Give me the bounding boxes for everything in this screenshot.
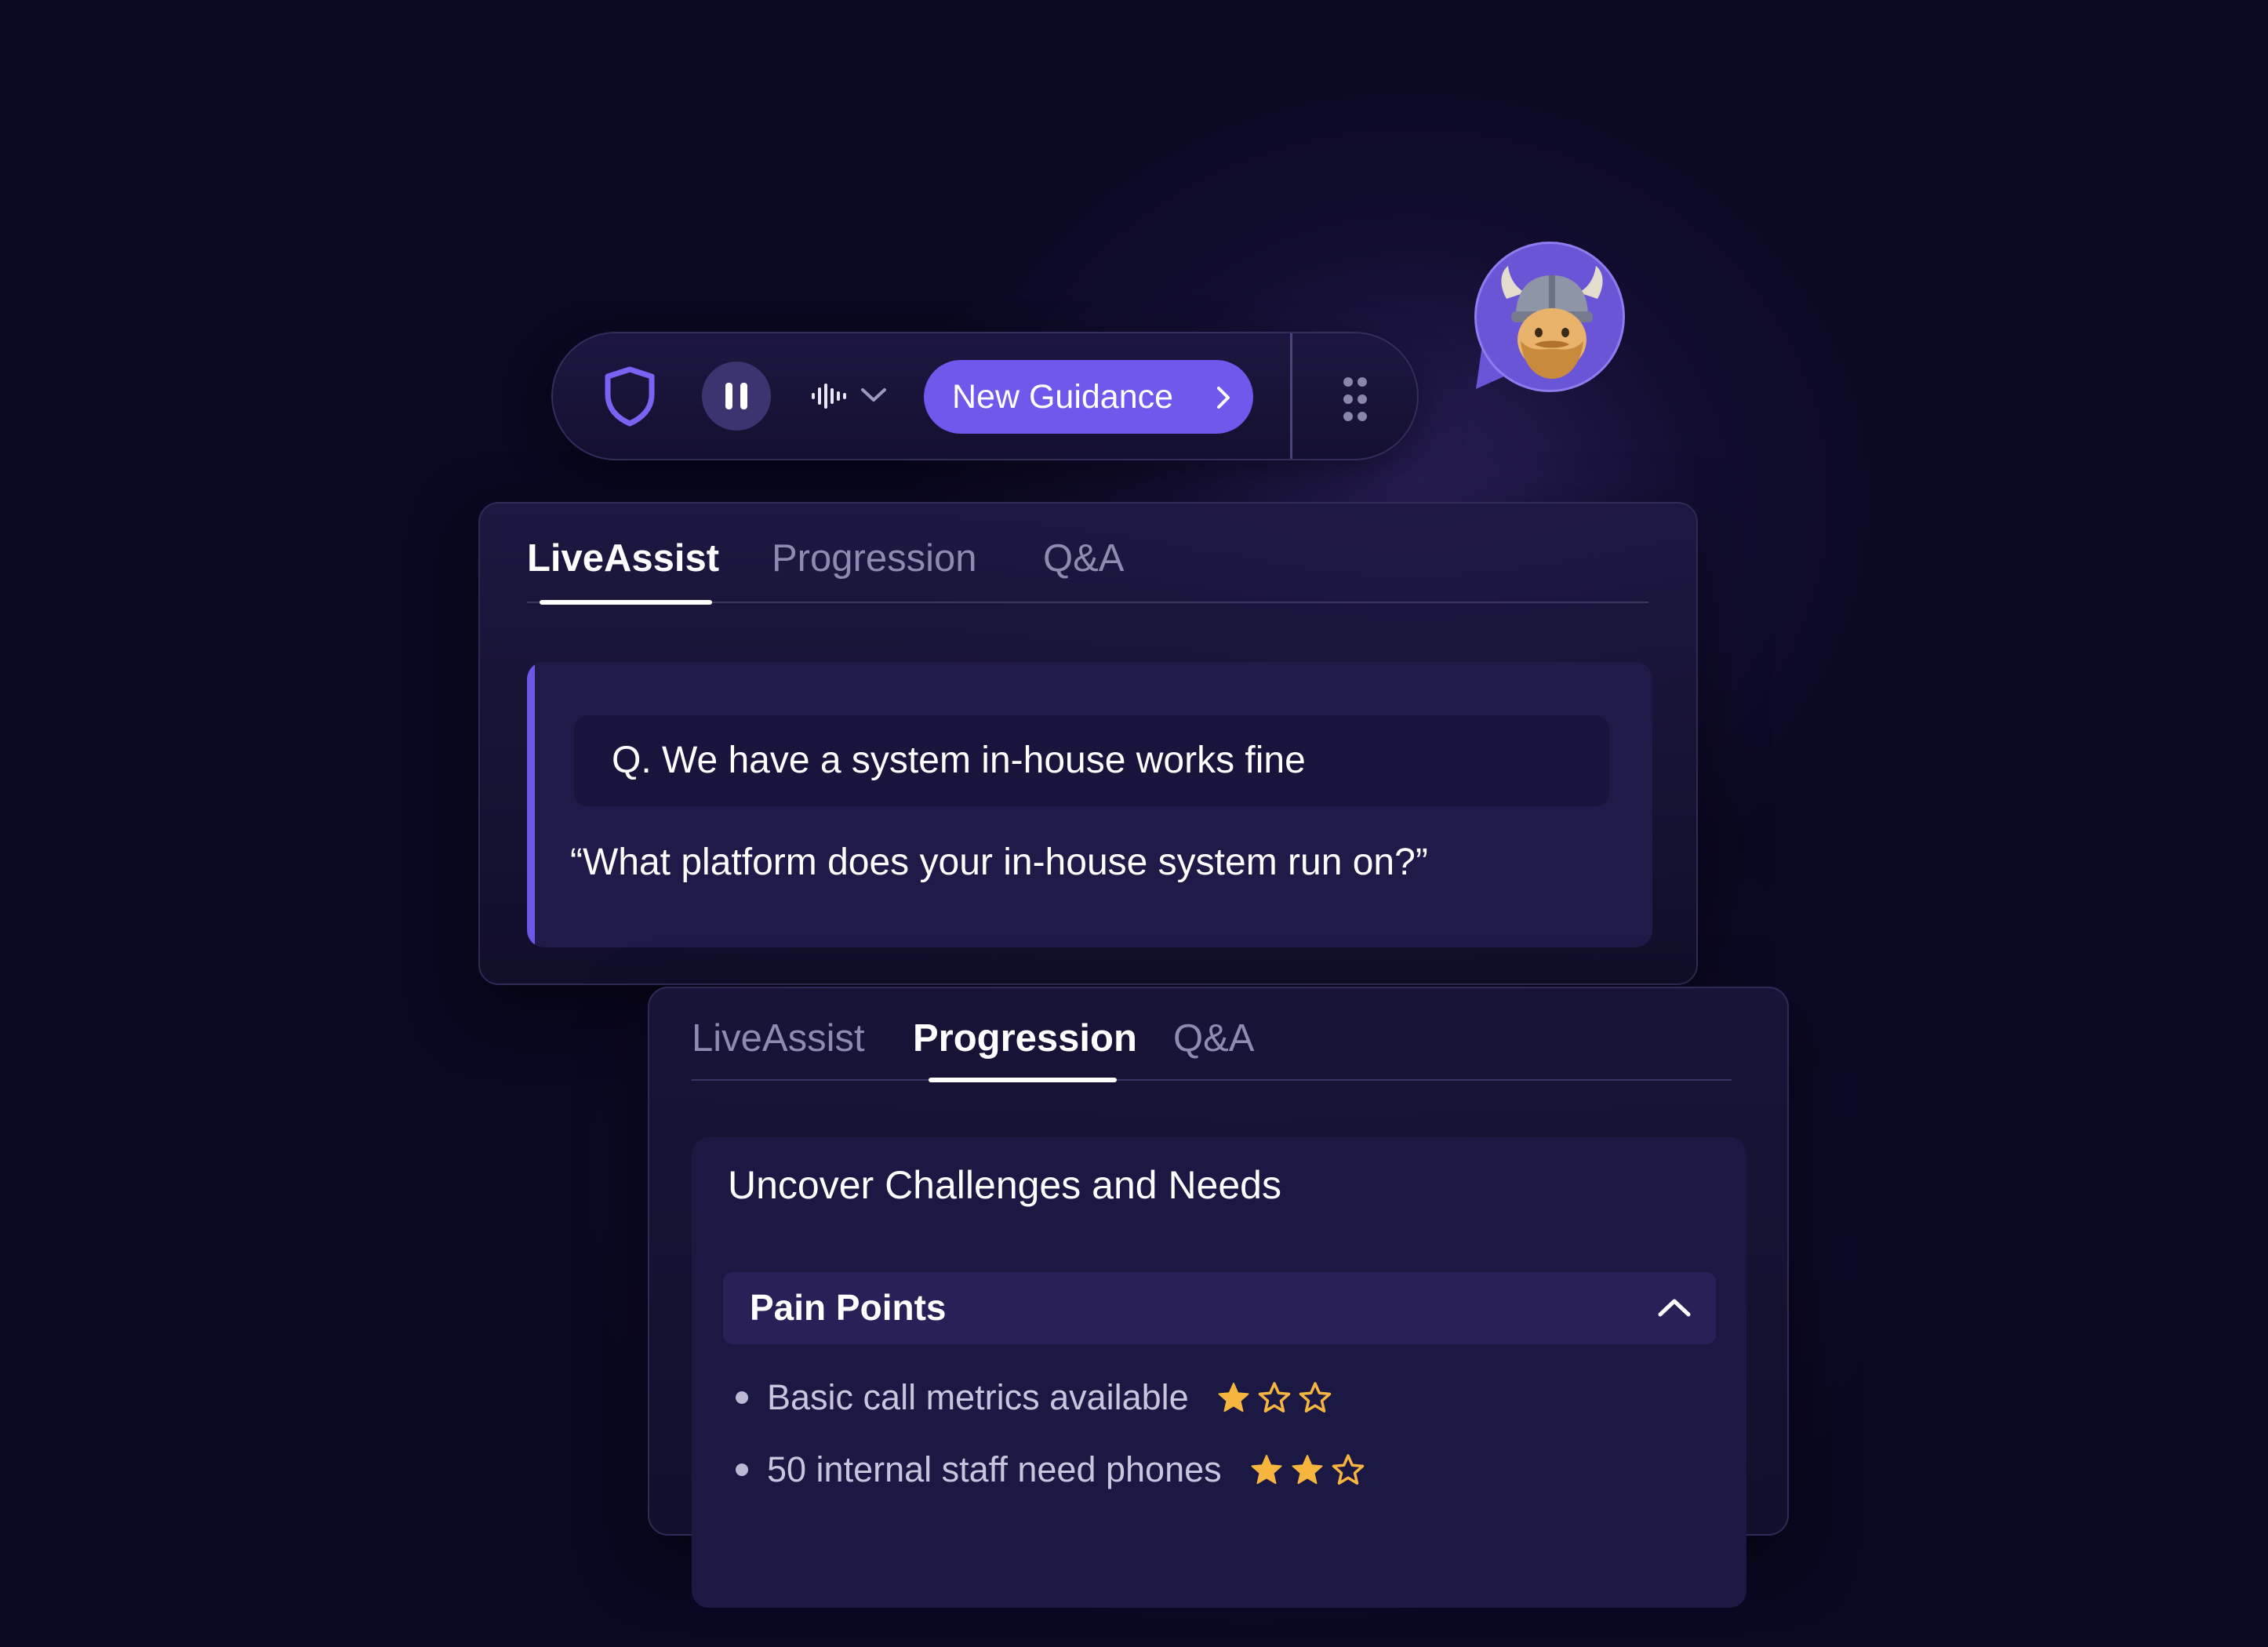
star-empty-icon [1299, 1382, 1331, 1412]
audio-waveform-icon[interactable] [810, 379, 848, 413]
new-guidance-button[interactable]: New Guidance [924, 360, 1253, 434]
star-rating [1217, 1381, 1332, 1414]
chevron-up-icon[interactable] [1656, 1296, 1692, 1319]
star-filled-icon [1218, 1383, 1249, 1412]
tab-progression[interactable]: Progression [913, 1016, 1137, 1060]
toolbar-divider [1290, 333, 1292, 459]
active-tab-indicator [540, 600, 712, 605]
progression-panel: LiveAssist Progression Q&A Uncover Chall… [648, 987, 1789, 1608]
question-box: Q. We have a system in-house works fine [574, 715, 1609, 806]
section-title: Uncover Challenges and Needs [728, 1163, 1281, 1207]
bullet [736, 1463, 748, 1476]
viking-face-icon [1501, 266, 1603, 379]
pain-points-header[interactable]: Pain Points [723, 1272, 1716, 1344]
tab-liveassist[interactable]: LiveAssist [692, 1016, 865, 1060]
tab-qa[interactable]: Q&A [1043, 536, 1124, 580]
tab-progression[interactable]: Progression [772, 536, 976, 580]
star-rating [1250, 1453, 1365, 1486]
card-accent-bar [527, 662, 535, 947]
list-item: Basic call metrics available [736, 1374, 1332, 1421]
star-filled-icon [1251, 1455, 1282, 1485]
new-guidance-label: New Guidance [952, 377, 1174, 416]
list-item-label: 50 internal staff need phones [767, 1449, 1222, 1489]
guidance-card: Q. We have a system in-house works fine … [527, 662, 1652, 947]
bullet [736, 1391, 748, 1404]
chevron-right-icon [1217, 387, 1230, 409]
list-item-label: Basic call metrics available [767, 1377, 1189, 1417]
pain-points-title: Pain Points [750, 1287, 947, 1328]
star-empty-icon [1332, 1454, 1364, 1485]
list-item: 50 internal staff need phones [736, 1446, 1365, 1493]
tab-qa[interactable]: Q&A [1173, 1016, 1254, 1060]
tab-divider [692, 1079, 1732, 1081]
chevron-down-icon[interactable] [859, 384, 889, 405]
assistant-toolbar: New Guidance [551, 332, 1419, 460]
suggested-answer: “What platform does your in-house system… [570, 842, 1428, 883]
star-filled-icon [1292, 1455, 1323, 1485]
liveassist-panel: LiveAssist Progression Q&A Q. We have a … [478, 502, 1698, 985]
viking-avatar[interactable] [1474, 242, 1625, 392]
question-text: Q. We have a system in-house works fine [612, 740, 1306, 781]
pause-icon [725, 383, 732, 409]
drag-grip-icon[interactable] [1342, 376, 1368, 423]
tab-liveassist[interactable]: LiveAssist [527, 536, 719, 580]
pause-icon-bar [740, 383, 747, 409]
star-empty-icon [1258, 1382, 1290, 1412]
pause-button[interactable] [702, 362, 771, 431]
active-tab-indicator [929, 1078, 1117, 1082]
shield-icon[interactable] [597, 363, 663, 429]
progression-card: Uncover Challenges and Needs Pain Points… [692, 1137, 1746, 1608]
